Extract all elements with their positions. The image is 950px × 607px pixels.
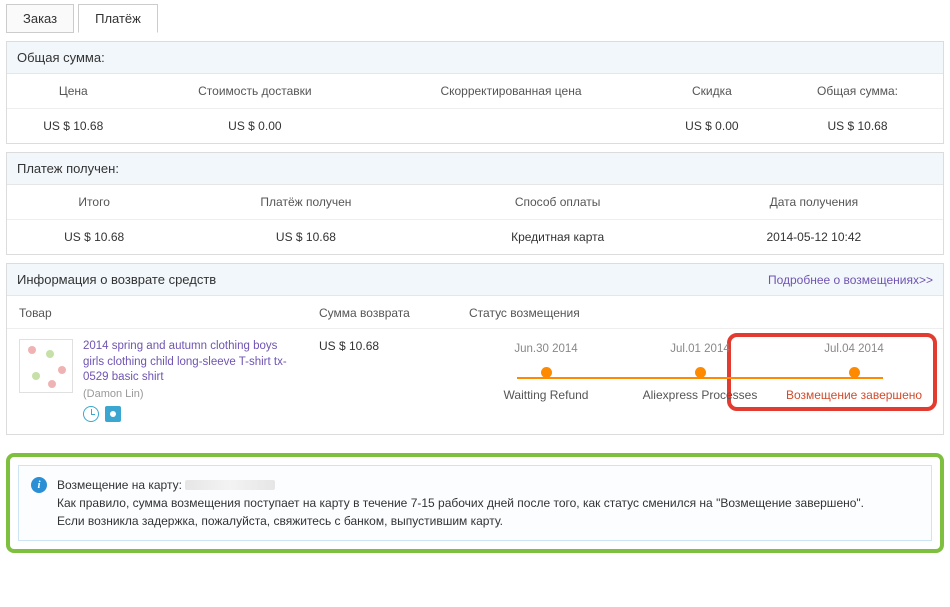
panel-total-title: Общая сумма: xyxy=(7,42,943,74)
timeline-date-2: Jul.04 2014 xyxy=(777,343,931,367)
tab-order[interactable]: Заказ xyxy=(6,4,74,33)
received-table: Итого Платёж получен Способ оплаты Дата … xyxy=(7,185,943,254)
camera-icon[interactable] xyxy=(105,406,121,422)
td-date: 2014-05-12 10:42 xyxy=(685,220,943,255)
product-thumbnail[interactable] xyxy=(19,339,73,393)
th-discount: Скидка xyxy=(652,74,772,109)
clock-icon[interactable] xyxy=(83,406,99,422)
col-product: Товар xyxy=(19,306,319,320)
th-received: Платёж получен xyxy=(181,185,430,220)
tab-payment[interactable]: Платёж xyxy=(78,4,158,33)
timeline-label-0: Waitting Refund xyxy=(469,388,623,402)
th-adjusted: Скорректированная цена xyxy=(370,74,652,109)
info-box: i Возмещение на карту: Как правило, сумм… xyxy=(18,465,932,541)
info-line2: Как правило, сумма возмещения поступает … xyxy=(57,494,864,512)
seller-name: (Damon Lin) xyxy=(83,388,293,400)
panel-refund: Информация о возврате средств Подробнее … xyxy=(6,263,944,435)
panel-received-title: Платеж получен: xyxy=(7,153,943,185)
refund-timeline: Jun.30 2014 Jul.01 2014 Jul.04 2014 Wait… xyxy=(469,343,931,402)
timeline-label-1: Aliexpress Processes xyxy=(623,388,777,402)
td-subtotal: US $ 10.68 xyxy=(7,220,181,255)
th-total: Общая сумма: xyxy=(772,74,943,109)
info-line3: Если возникла задержка, пожалуйста, свяж… xyxy=(57,512,864,530)
col-status: Статус возмещения xyxy=(469,306,931,320)
th-subtotal: Итого xyxy=(7,185,181,220)
td-total: US $ 10.68 xyxy=(772,109,943,144)
info-line1-prefix: Возмещение на карту: xyxy=(57,478,185,492)
highlight-green-box: i Возмещение на карту: Как правило, сумм… xyxy=(6,453,944,553)
product-link[interactable]: 2014 spring and autumn clothing boys gir… xyxy=(83,339,293,386)
redacted-card-number xyxy=(185,480,275,490)
panel-total: Общая сумма: Цена Стоимость доставки Ско… xyxy=(6,41,944,144)
tabs: Заказ Платёж xyxy=(6,4,944,33)
refund-amount: US $ 10.68 xyxy=(319,339,469,353)
td-price: US $ 10.68 xyxy=(7,109,140,144)
timeline-date-0: Jun.30 2014 xyxy=(469,343,623,367)
td-method: Кредитная карта xyxy=(431,220,685,255)
th-shipping: Стоимость доставки xyxy=(140,74,371,109)
refund-row: 2014 spring and autumn clothing boys gir… xyxy=(7,329,943,434)
td-received: US $ 10.68 xyxy=(181,220,430,255)
refund-details-link[interactable]: Подробнее о возмещениях>> xyxy=(768,273,933,287)
td-adjusted xyxy=(370,109,652,144)
td-discount: US $ 0.00 xyxy=(652,109,772,144)
panel-received: Платеж получен: Итого Платёж получен Спо… xyxy=(6,152,944,255)
col-amount: Сумма возврата xyxy=(319,306,469,320)
panel-refund-title: Информация о возврате средств xyxy=(17,272,216,287)
info-icon: i xyxy=(31,477,47,493)
th-date: Дата получения xyxy=(685,185,943,220)
timeline-line xyxy=(517,377,883,379)
th-price: Цена xyxy=(7,74,140,109)
total-table: Цена Стоимость доставки Скорректированна… xyxy=(7,74,943,143)
timeline-date-1: Jul.01 2014 xyxy=(623,343,777,367)
td-shipping: US $ 0.00 xyxy=(140,109,371,144)
timeline-label-2: Возмещение завершено xyxy=(777,388,931,402)
th-method: Способ оплаты xyxy=(431,185,685,220)
